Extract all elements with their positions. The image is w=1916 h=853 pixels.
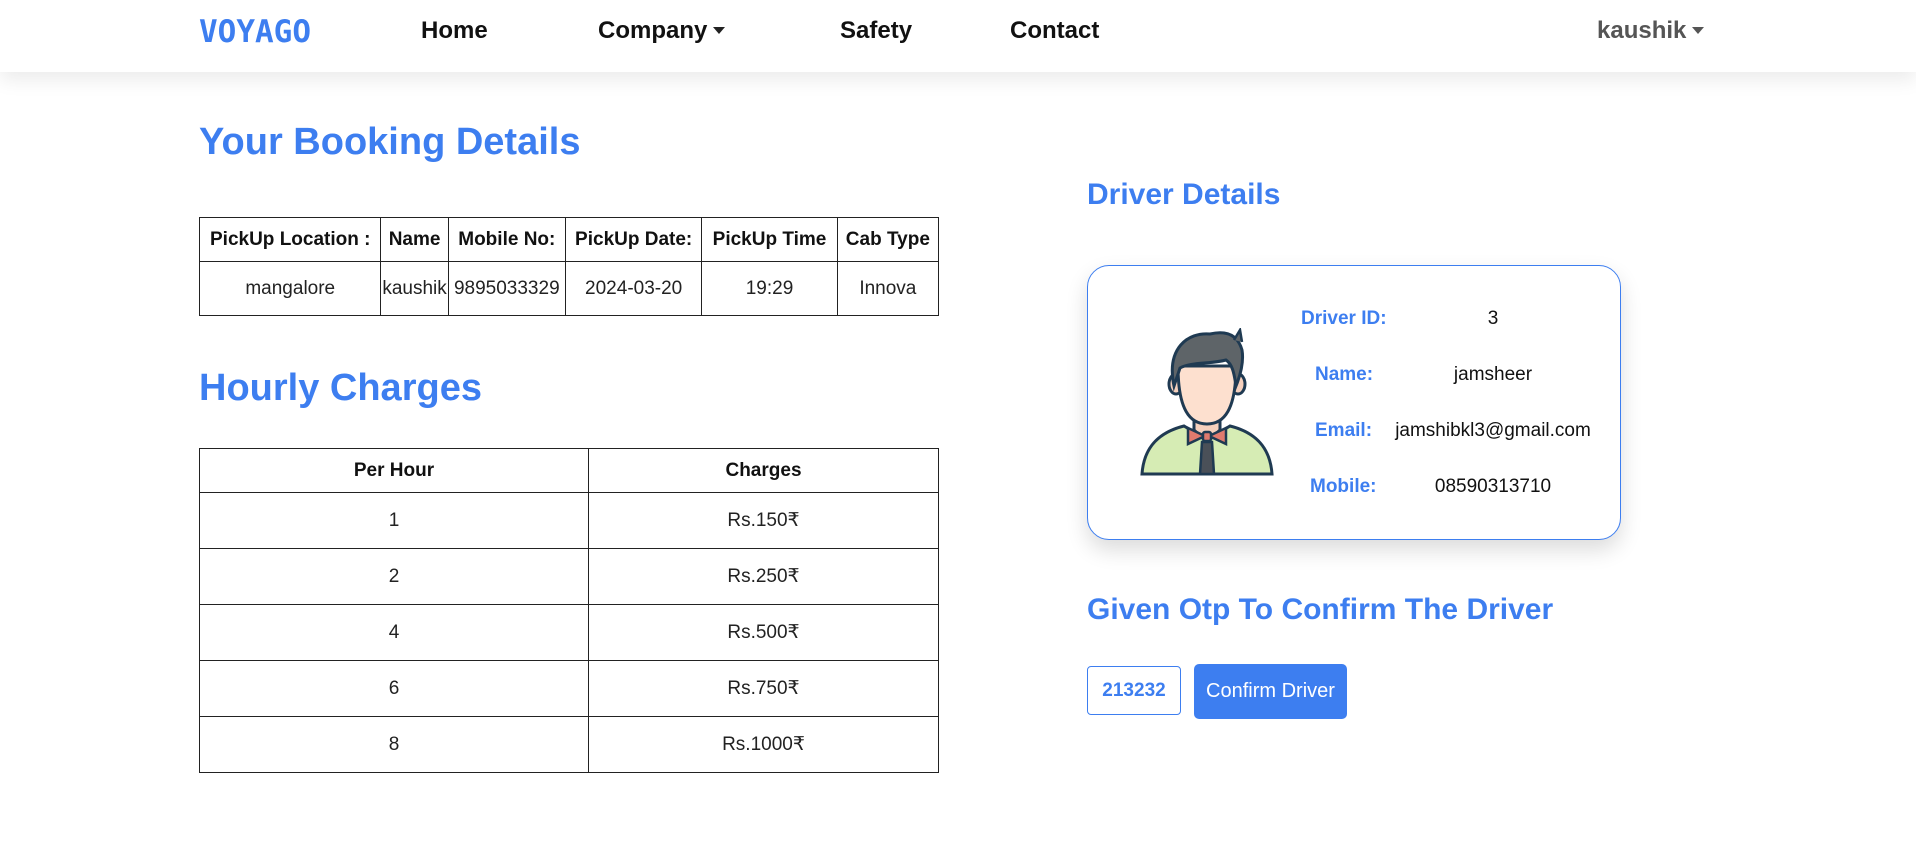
- mobile-value: 9895033329: [447, 261, 566, 316]
- per-hour-cell: 1: [199, 492, 589, 549]
- driver-id-label: Driver ID:: [1301, 308, 1387, 329]
- charge-cell: Rs.1000₹: [588, 716, 939, 773]
- hourly-charges-table: Per Hour Charges 1 Rs.150₹ 2 Rs.250₹ 4 R…: [199, 448, 939, 773]
- nav-home-link[interactable]: Home: [421, 17, 488, 45]
- booking-details-title: Your Booking Details: [199, 121, 581, 163]
- col-header-pickup-date: PickUp Date:: [564, 217, 703, 262]
- otp-code-display: 213232: [1087, 666, 1181, 715]
- hourly-charges-title: Hourly Charges: [199, 367, 482, 409]
- nav-company-label: Company: [598, 17, 708, 44]
- otp-title: Given Otp To Confirm The Driver: [1087, 593, 1554, 626]
- table-row: 1 Rs.150₹: [199, 492, 939, 549]
- driver-mobile-value: 08590313710: [1434, 476, 1552, 497]
- col-header-per-hour: Per Hour: [199, 448, 589, 493]
- top-navbar: VOYAGO Home Company Safety Contact kaush…: [0, 0, 1916, 72]
- driver-name-label: Name:: [1315, 364, 1374, 385]
- pickup-date-value: 2024-03-20: [564, 261, 703, 316]
- charge-cell: Rs.750₹: [588, 660, 939, 717]
- driver-name-value: jamsheer: [1453, 364, 1533, 385]
- col-header-pickup-location: PickUp Location :: [198, 217, 382, 262]
- driver-email-value: jamshibkl3@gmail.com: [1395, 420, 1591, 441]
- chevron-down-icon: [713, 27, 726, 34]
- per-hour-cell: 4: [199, 604, 589, 661]
- brand-logo[interactable]: VOYAGO: [199, 14, 311, 50]
- pickup-time-value: 19:29: [701, 261, 838, 316]
- user-menu-dropdown[interactable]: kaushik: [1597, 17, 1705, 45]
- name-value: kaushik: [380, 261, 449, 316]
- booking-header-row: PickUp Location : Name Mobile No: PickUp…: [198, 217, 940, 262]
- table-row: mangalore kaushik 9895033329 2024-03-20 …: [198, 261, 940, 316]
- nav-contact-link[interactable]: Contact: [1010, 17, 1099, 45]
- per-hour-cell: 2: [199, 548, 589, 605]
- nav-company-dropdown[interactable]: Company: [598, 17, 726, 45]
- table-row: 2 Rs.250₹: [199, 548, 939, 605]
- per-hour-cell: 8: [199, 716, 589, 773]
- col-header-name: Name: [380, 217, 449, 262]
- col-header-mobile: Mobile No:: [447, 217, 566, 262]
- driver-details-title: Driver Details: [1087, 178, 1281, 211]
- man-avatar-icon: [1140, 328, 1274, 476]
- booking-details-table: PickUp Location : Name Mobile No: PickUp…: [198, 217, 940, 316]
- charge-cell: Rs.250₹: [588, 548, 939, 605]
- per-hour-cell: 6: [199, 660, 589, 717]
- driver-card: Driver ID: 3 Name: jamsheer Email: jamsh…: [1087, 265, 1621, 540]
- pickup-location-value: mangalore: [198, 261, 382, 316]
- driver-mobile-label: Mobile:: [1310, 476, 1377, 497]
- cab-type-value: Innova: [836, 261, 940, 316]
- driver-email-label: Email:: [1315, 420, 1373, 441]
- charge-cell: Rs.150₹: [588, 492, 939, 549]
- col-header-charges: Charges: [588, 448, 939, 493]
- col-header-pickup-time: PickUp Time: [701, 217, 838, 262]
- col-header-cab-type: Cab Type: [836, 217, 940, 262]
- charges-header-row: Per Hour Charges: [199, 448, 939, 493]
- nav-safety-link[interactable]: Safety: [840, 17, 912, 45]
- driver-id-value: 3: [1487, 308, 1499, 329]
- confirm-driver-button[interactable]: Confirm Driver: [1194, 664, 1347, 719]
- user-name-label: kaushik: [1597, 17, 1687, 44]
- table-row: 4 Rs.500₹: [199, 604, 939, 661]
- table-row: 8 Rs.1000₹: [199, 716, 939, 773]
- charge-cell: Rs.500₹: [588, 604, 939, 661]
- chevron-down-icon: [1692, 27, 1705, 34]
- table-row: 6 Rs.750₹: [199, 660, 939, 717]
